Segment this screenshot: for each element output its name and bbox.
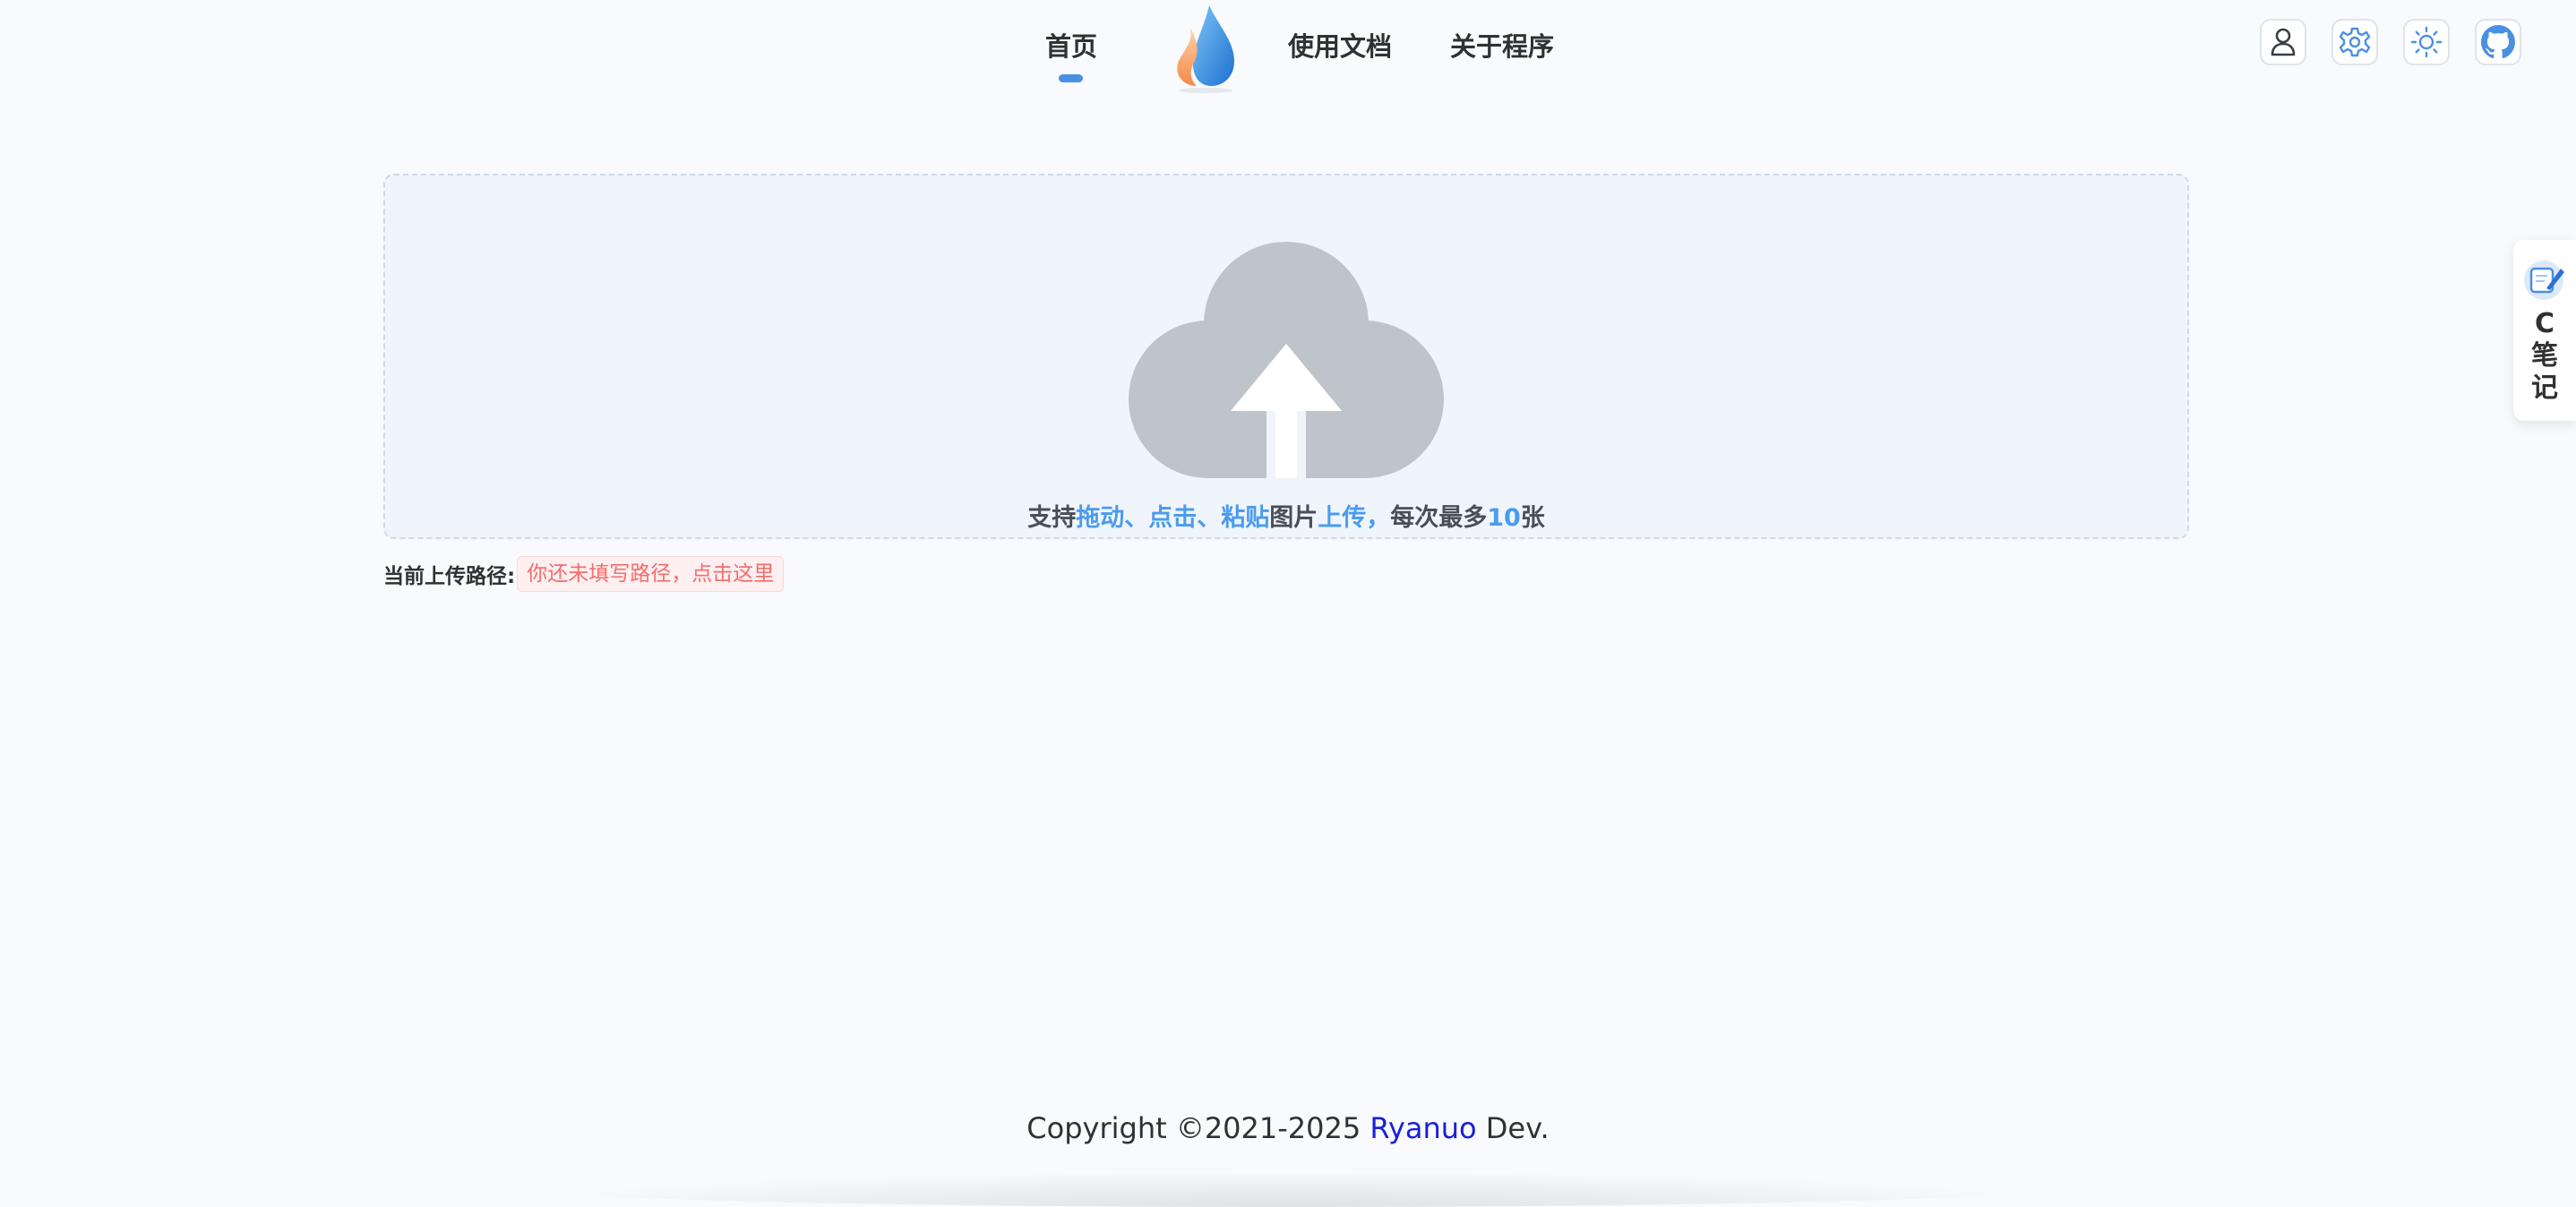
user-button[interactable]	[2260, 19, 2306, 65]
nav-active-indicator	[1059, 74, 1083, 82]
upload-hint: 支持拖动、点击、粘贴图片上传，每次最多10张	[385, 503, 2187, 534]
bottom-shadow	[555, 1173, 2024, 1207]
nav-about[interactable]: 关于程序	[1450, 29, 1554, 64]
theme-toggle-button[interactable]	[2403, 19, 2450, 65]
cloud-upload-icon	[1129, 242, 1444, 478]
upload-path-row: 当前上传路径: 你还未填写路径，点击这里	[383, 556, 785, 592]
hint-text-1: 支持	[1027, 504, 1077, 532]
sun-icon	[2410, 26, 2443, 58]
side-note-widget[interactable]: C笔记	[2513, 240, 2576, 421]
upload-path-label: 当前上传路径:	[383, 565, 516, 588]
upload-dropzone[interactable]: 支持拖动、点击、粘贴图片上传，每次最多10张	[383, 174, 2189, 539]
hint-text-3: 图片	[1269, 504, 1318, 532]
footer: Copyright ©2021-2025 Ryanuo Dev.	[0, 1109, 2576, 1148]
github-icon	[2481, 25, 2515, 59]
flame-drop-icon	[1177, 5, 1234, 93]
hint-highlight-upload: 上传，	[1318, 504, 1391, 532]
hint-highlight-methods: 拖动、点击、粘贴	[1076, 504, 1270, 532]
footer-author-link[interactable]: Ryanuo	[1370, 1111, 1476, 1145]
note-icon	[2524, 261, 2564, 300]
logo[interactable]	[1168, 2, 1241, 95]
page: 首页 使用文档 关于程序 支持拖动、点击、粘贴图片上传，每次最多10张 当前上传…	[0, 0, 2576, 1207]
hint-text-7: 张	[1520, 504, 1545, 532]
footer-copyright: Copyright ©2021-2025	[1026, 1111, 1370, 1145]
hint-text-5: 每次最多	[1390, 504, 1488, 532]
nav-docs[interactable]: 使用文档	[1288, 29, 1392, 64]
hint-highlight-count: 10	[1487, 504, 1521, 532]
github-button[interactable]	[2475, 19, 2521, 65]
side-note-label: C笔记	[2531, 308, 2558, 404]
top-nav: 首页 使用文档 关于程序	[0, 0, 2576, 95]
settings-button[interactable]	[2331, 19, 2378, 65]
upload-path-tag[interactable]: 你还未填写路径，点击这里	[517, 556, 785, 592]
gear-icon	[2339, 27, 2371, 57]
user-icon	[2271, 28, 2296, 56]
nav-home[interactable]: 首页	[1045, 29, 1097, 64]
footer-suffix: Dev.	[1476, 1111, 1550, 1145]
